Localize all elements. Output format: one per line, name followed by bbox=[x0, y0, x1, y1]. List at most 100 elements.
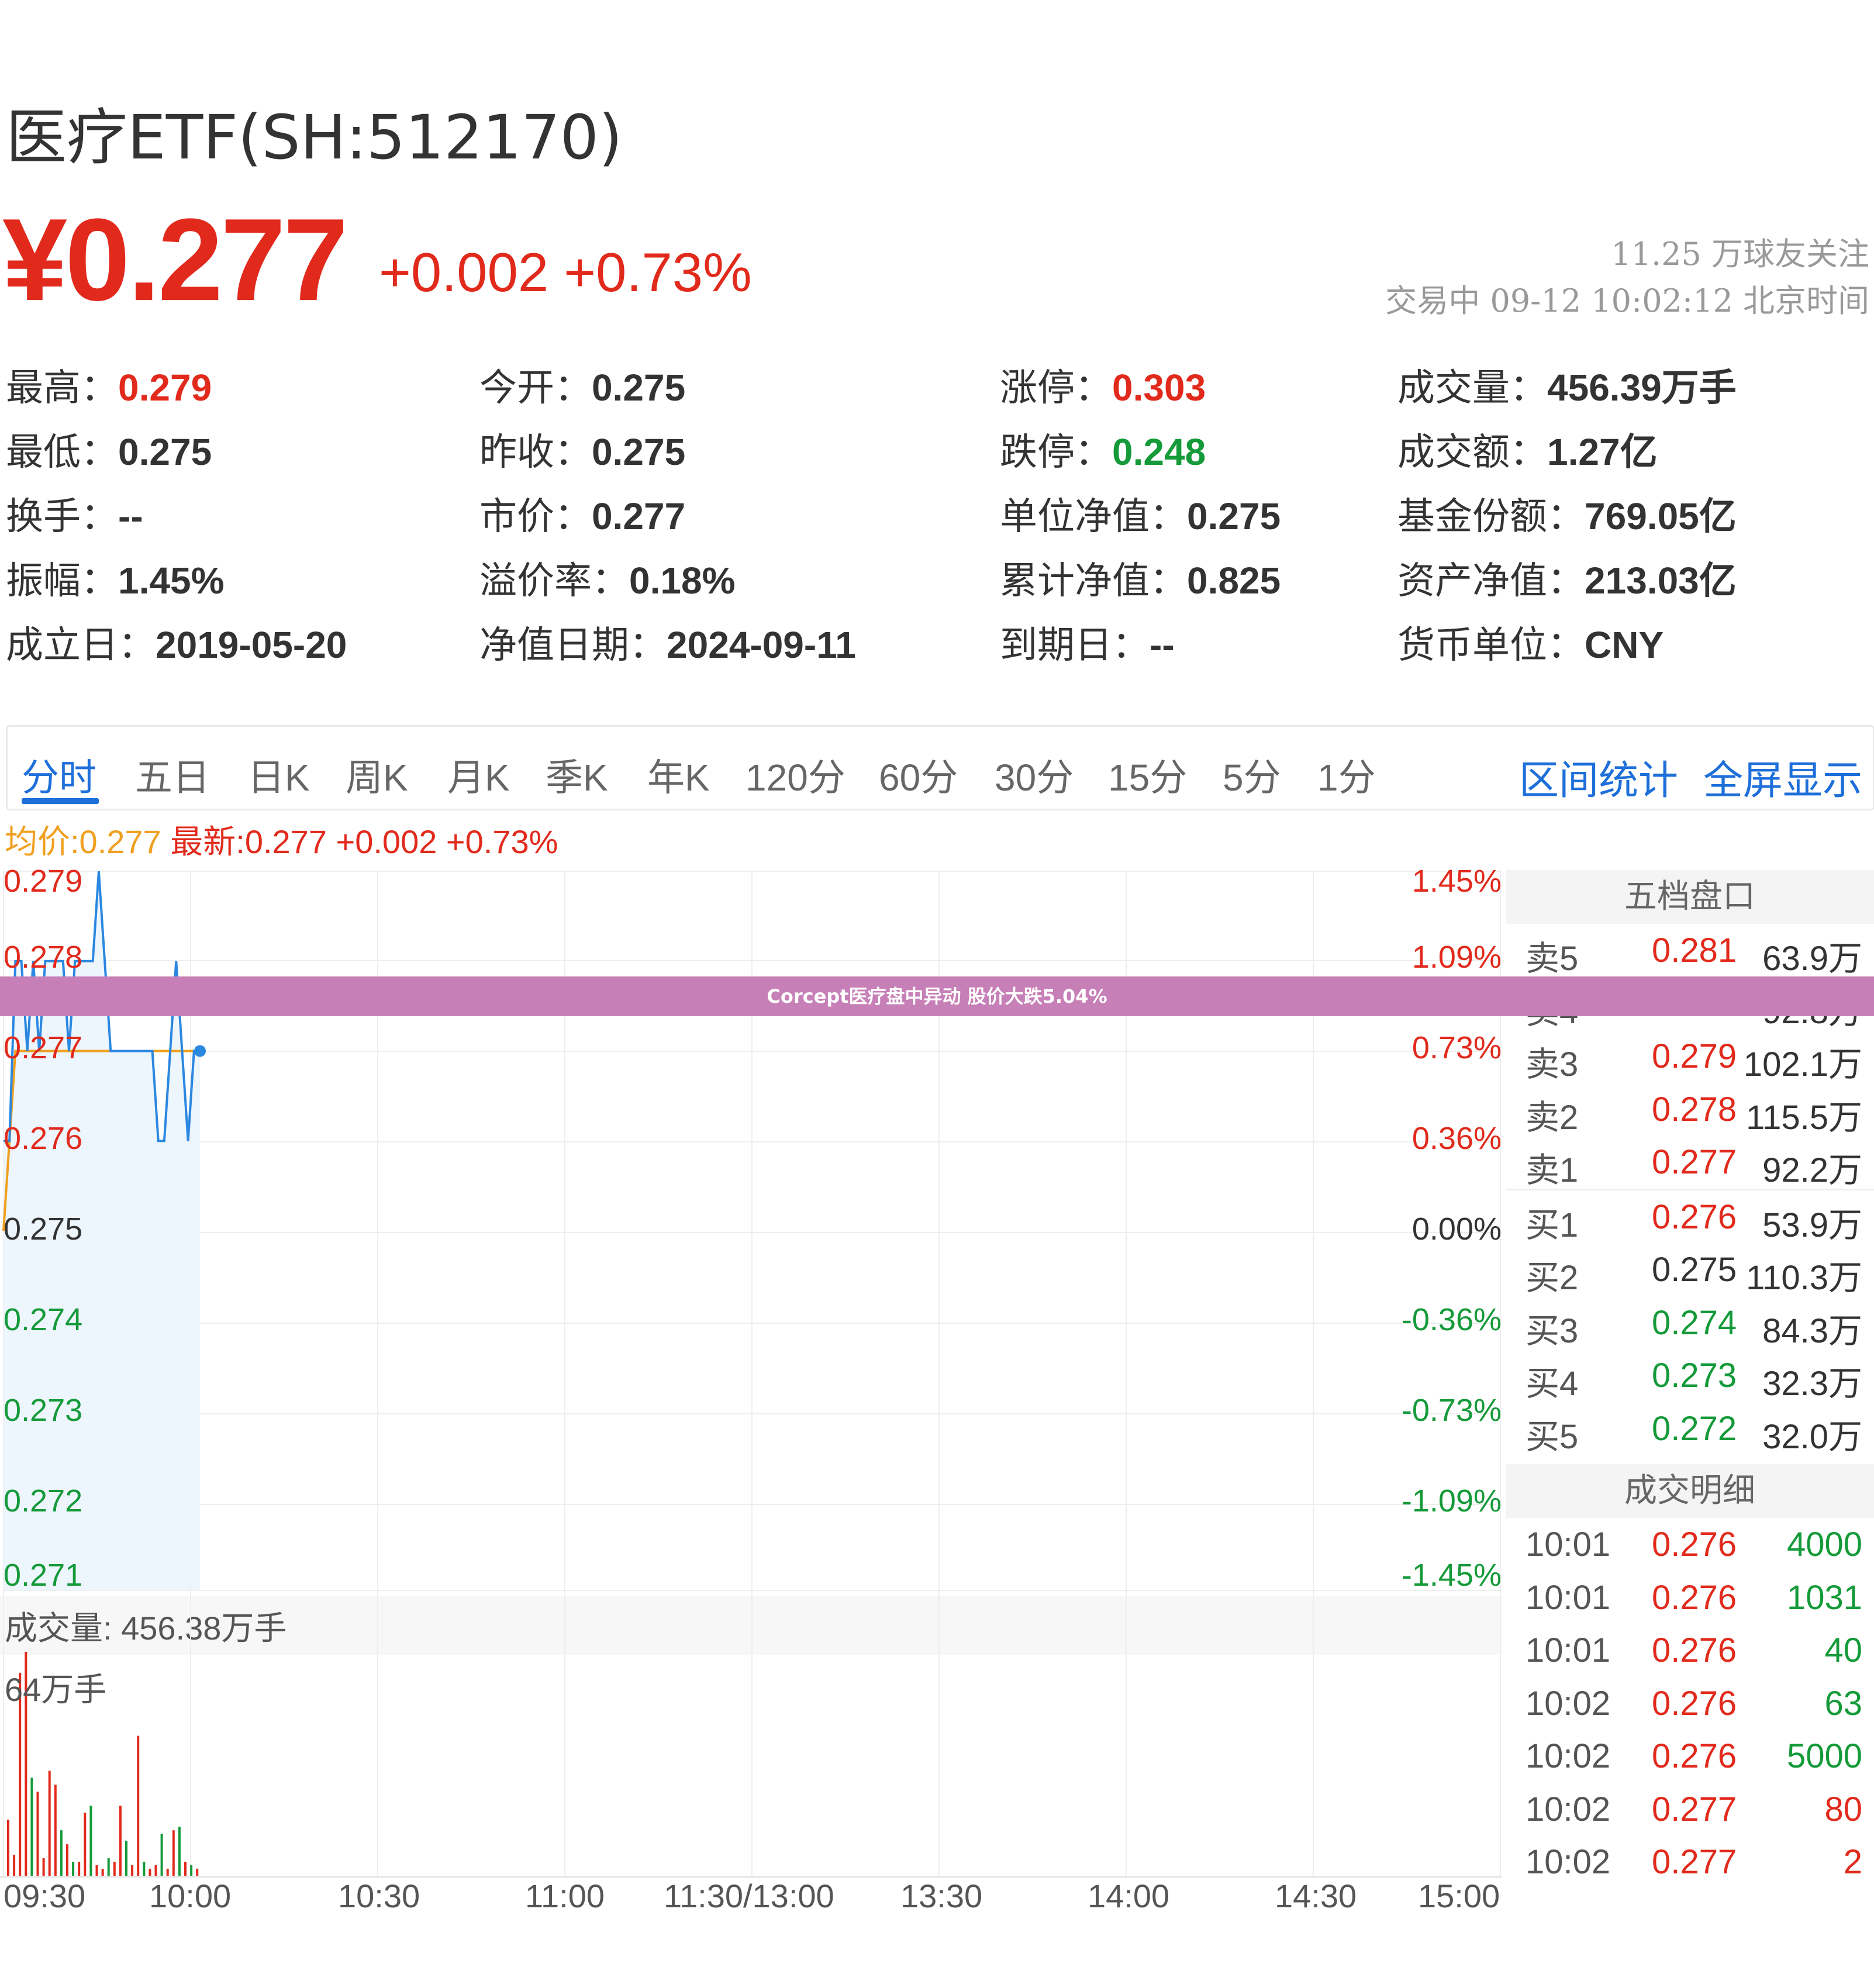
tab-10[interactable]: 15分 bbox=[1108, 748, 1187, 802]
stat-value: 456.39万手 bbox=[1547, 367, 1737, 409]
buy-order-row-price: 0.272 bbox=[1652, 1409, 1737, 1448]
range-stats-button[interactable]: 区间统计 bbox=[1519, 748, 1678, 806]
trade-row-label: 10:01 bbox=[1526, 1631, 1611, 1669]
stat-value: 0.279 bbox=[118, 367, 212, 409]
y-tick-left: 0.272 bbox=[4, 1483, 82, 1518]
stat-label: 成立日： bbox=[6, 624, 156, 666]
volume-bar bbox=[78, 1862, 81, 1876]
buy-order-row-label: 买3 bbox=[1526, 1311, 1579, 1350]
stat-col2-1: 昨收：0.275 bbox=[479, 422, 685, 476]
stat-label: 最低： bbox=[6, 431, 118, 473]
tab-12[interactable]: 1分 bbox=[1317, 748, 1376, 802]
tab-1[interactable]: 五日 bbox=[135, 748, 210, 802]
stat-label: 跌停： bbox=[1000, 431, 1112, 473]
volume-bar bbox=[137, 1735, 140, 1876]
volume-bar bbox=[166, 1869, 169, 1876]
buy-order-row-price: 0.273 bbox=[1652, 1357, 1737, 1395]
buy-order-row: 买5 0.272 32.0万 bbox=[1506, 1402, 1874, 1456]
volume-bar bbox=[36, 1792, 39, 1876]
stat-label: 涨停： bbox=[1000, 367, 1112, 409]
volume-bar bbox=[95, 1865, 98, 1876]
trade-row-volume: 5000 bbox=[1786, 1737, 1862, 1775]
y-tick-right: -0.36% bbox=[1402, 1302, 1502, 1337]
y-tick-right: 1.09% bbox=[1412, 940, 1502, 975]
stat-value: 1.27亿 bbox=[1547, 431, 1658, 473]
buy-order-row-volume: 53.9万 bbox=[1762, 1206, 1862, 1244]
tab-7[interactable]: 120分 bbox=[746, 748, 845, 802]
stat-col1-3: 振幅：1.45% bbox=[6, 551, 224, 605]
stat-label: 单位净值： bbox=[1000, 495, 1187, 537]
tab-0[interactable]: 分时 bbox=[22, 748, 96, 802]
buy-order-row-price: 0.275 bbox=[1652, 1251, 1737, 1289]
stat-col1-2: 换手：-- bbox=[6, 486, 143, 540]
stat-label: 今开： bbox=[479, 367, 592, 409]
sell-order-row-volume: 63.9万 bbox=[1762, 940, 1862, 978]
y-tick-right: -1.09% bbox=[1402, 1483, 1502, 1518]
tab-5[interactable]: 季K bbox=[546, 748, 608, 802]
trade-row-label: 10:01 bbox=[1526, 1578, 1611, 1617]
volume-bar bbox=[190, 1865, 193, 1876]
stat-label: 最高： bbox=[6, 367, 118, 409]
y-tick-left: 0.275 bbox=[4, 1212, 82, 1247]
trade-row-label: 10:02 bbox=[1526, 1737, 1611, 1775]
stat-col3-3: 累计净值：0.825 bbox=[1000, 551, 1281, 605]
buy-order-row-volume: 84.3万 bbox=[1762, 1311, 1862, 1350]
volume-bar bbox=[54, 1785, 57, 1876]
buy-order-row: 买1 0.276 53.9万 bbox=[1506, 1190, 1874, 1244]
stat-col4-0: 成交量：456.39万手 bbox=[1397, 358, 1737, 412]
stat-col2-4: 净值日期：2024-09-11 bbox=[479, 615, 856, 669]
volume-bar bbox=[149, 1869, 151, 1876]
y-tick-left: 0.276 bbox=[4, 1121, 82, 1156]
volume-bar bbox=[178, 1827, 181, 1876]
current-price: ¥0.277 bbox=[2, 195, 348, 325]
buy-order-row-label: 买1 bbox=[1526, 1206, 1579, 1244]
fullscreen-button[interactable]: 全屏显示 bbox=[1703, 748, 1862, 806]
tab-4[interactable]: 月K bbox=[447, 748, 510, 802]
volume-bar bbox=[7, 1820, 9, 1876]
tab-8[interactable]: 60分 bbox=[879, 748, 958, 802]
tab-2[interactable]: 日K bbox=[247, 748, 310, 802]
tab-3[interactable]: 周K bbox=[346, 748, 408, 802]
stat-value: 0.825 bbox=[1187, 560, 1281, 602]
stat-col2-3: 溢价率：0.18% bbox=[479, 551, 735, 605]
trade-row: 10:02 0.276 5000 bbox=[1506, 1730, 1874, 1783]
stat-value: 769.05亿 bbox=[1585, 495, 1737, 537]
x-tick-label: 10:30 bbox=[338, 1877, 420, 1914]
order-book-title: 五档盘口 bbox=[1506, 870, 1874, 924]
chart-legend: 均价:0.277 最新:0.277 +0.002 +0.73% bbox=[5, 816, 558, 863]
stat-label: 换手： bbox=[6, 495, 118, 537]
volume-bar bbox=[131, 1865, 134, 1876]
stat-label: 成交额： bbox=[1397, 431, 1547, 473]
legend-last-price: 最新:0.277 +0.002 +0.73% bbox=[170, 823, 558, 860]
buy-order-row-volume: 110.3万 bbox=[1746, 1259, 1862, 1297]
intraday-chart[interactable]: 0.279 0.278 0.277 0.276 0.275 0.274 0.273 0.272… bbox=[0, 865, 1506, 1918]
page-title: 医疗ETF(SH:512170) bbox=[6, 102, 623, 173]
sell-order-row-price: 0.277 bbox=[1652, 1143, 1737, 1181]
y-tick-right: -0.73% bbox=[1402, 1393, 1502, 1428]
tab-11[interactable]: 5分 bbox=[1223, 748, 1281, 802]
stat-value: -- bbox=[118, 495, 143, 537]
tab-9[interactable]: 30分 bbox=[995, 748, 1074, 802]
y-tick-left: 0.279 bbox=[4, 865, 82, 899]
buy-order-row-volume: 32.0万 bbox=[1762, 1417, 1862, 1456]
stat-value: 0.277 bbox=[592, 495, 686, 537]
sell-order-row-price: 0.278 bbox=[1652, 1090, 1737, 1128]
trade-row-price: 0.276 bbox=[1652, 1631, 1737, 1669]
trade-list: 10:01 0.276 4000 10:01 0.276 1031 10:01 0.276 40… bbox=[1506, 1518, 1874, 1889]
volume-bar bbox=[84, 1813, 87, 1876]
trade-row-volume: 4000 bbox=[1786, 1525, 1862, 1564]
news-banner-text: Corcept医疗盘中异动 股价大跌5.04% bbox=[767, 985, 1107, 1007]
volume-bar bbox=[125, 1841, 127, 1876]
last-price-dot bbox=[194, 1045, 206, 1057]
active-tab-underline bbox=[22, 798, 99, 804]
trade-row-price: 0.276 bbox=[1652, 1525, 1737, 1564]
news-banner[interactable]: Corcept医疗盘中异动 股价大跌5.04% bbox=[0, 976, 1874, 1016]
buy-order-row-label: 买2 bbox=[1526, 1259, 1579, 1297]
stat-col4-4: 货币单位：CNY bbox=[1397, 615, 1664, 669]
sell-order-row: 卖5 0.281 63.9万 bbox=[1506, 924, 1874, 978]
volume-bar bbox=[172, 1830, 175, 1876]
buy-orders: 买1 0.276 53.9万 买2 0.275 110.3万 买3 0.274 84.3万 买4 0… bbox=[1506, 1190, 1874, 1456]
stat-value: 0.275 bbox=[592, 367, 686, 409]
tab-6[interactable]: 年K bbox=[647, 748, 710, 802]
buy-order-row-volume: 32.3万 bbox=[1762, 1365, 1862, 1403]
